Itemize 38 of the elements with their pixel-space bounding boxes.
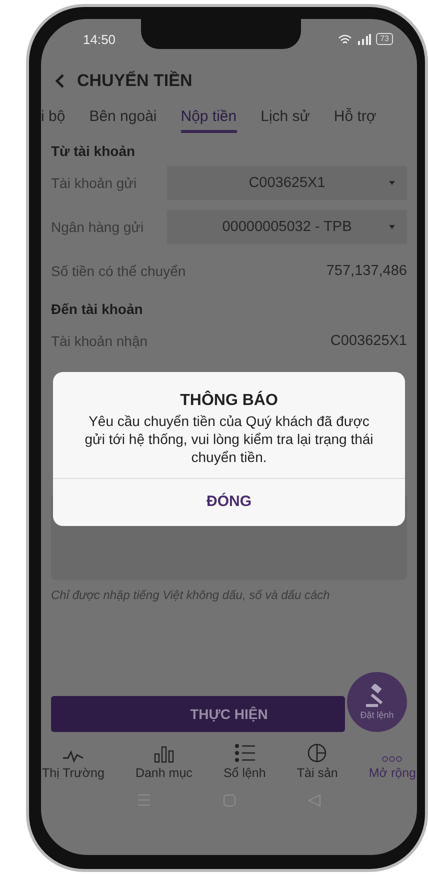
nav-item[interactable]: Tài sản: [296, 740, 339, 780]
field-value: C003625X1: [330, 333, 407, 349]
dropdown[interactable]: 00000005032 - TPB: [167, 210, 407, 244]
nav-item[interactable]: Danh mục: [134, 740, 194, 780]
pulse-icon: [62, 749, 84, 763]
tab[interactable]: Bên ngoài: [89, 108, 157, 133]
status-time: 14:50: [83, 32, 116, 46]
place-order-button[interactable]: Đặt lệnh: [347, 672, 407, 732]
section-title: Đến tài khoản: [51, 301, 144, 317]
nav-item[interactable]: Sổ lệnh: [222, 740, 267, 780]
pie-chart-icon: [307, 743, 328, 763]
field-label: Số tiền có thể chuyển: [51, 263, 186, 279]
field-label: Tài khoản nhận: [51, 333, 148, 349]
wifi-icon: [338, 34, 352, 44]
section-title: Từ tài khoản: [51, 143, 136, 159]
nav-item[interactable]: Mở rộng: [368, 740, 417, 780]
dialog-message: Yêu cầu chuyển tiền của Quý khách đã được gửi tới hệ thống, vui lòng kiểm tra lại trạng thái chuyển tiền.: [84, 412, 374, 467]
tab[interactable]: Lịch sử: [260, 108, 310, 133]
screen-title: CHUYỂN TIỀN: [77, 71, 192, 91]
signal-icon: [357, 34, 372, 44]
dropdown[interactable]: C003625X1: [167, 166, 407, 200]
submit-button[interactable]: THỰC HIỆN: [51, 696, 345, 732]
more-icon: [381, 755, 404, 763]
field-label: Tài khoản gửi: [51, 175, 137, 191]
field-label: Ngân hàng gửi: [51, 219, 144, 235]
caret-icon: [389, 181, 395, 185]
bar-chart-icon: [152, 745, 175, 763]
tab[interactable]: i bộ: [41, 108, 66, 133]
caret-icon: [389, 225, 395, 229]
battery-level: 73: [376, 33, 393, 45]
tab[interactable]: Hỗ trợ: [334, 108, 376, 133]
tab[interactable]: Nộp tiền: [180, 108, 237, 133]
dialog-title: THÔNG BÁO: [179, 390, 279, 410]
list-icon: [234, 743, 256, 763]
close-button[interactable]: ĐÓNG: [53, 479, 405, 526]
nav-item[interactable]: Thị Trường: [41, 740, 106, 780]
back-icon: [55, 73, 65, 89]
field-value: 757,137,486: [326, 263, 407, 279]
